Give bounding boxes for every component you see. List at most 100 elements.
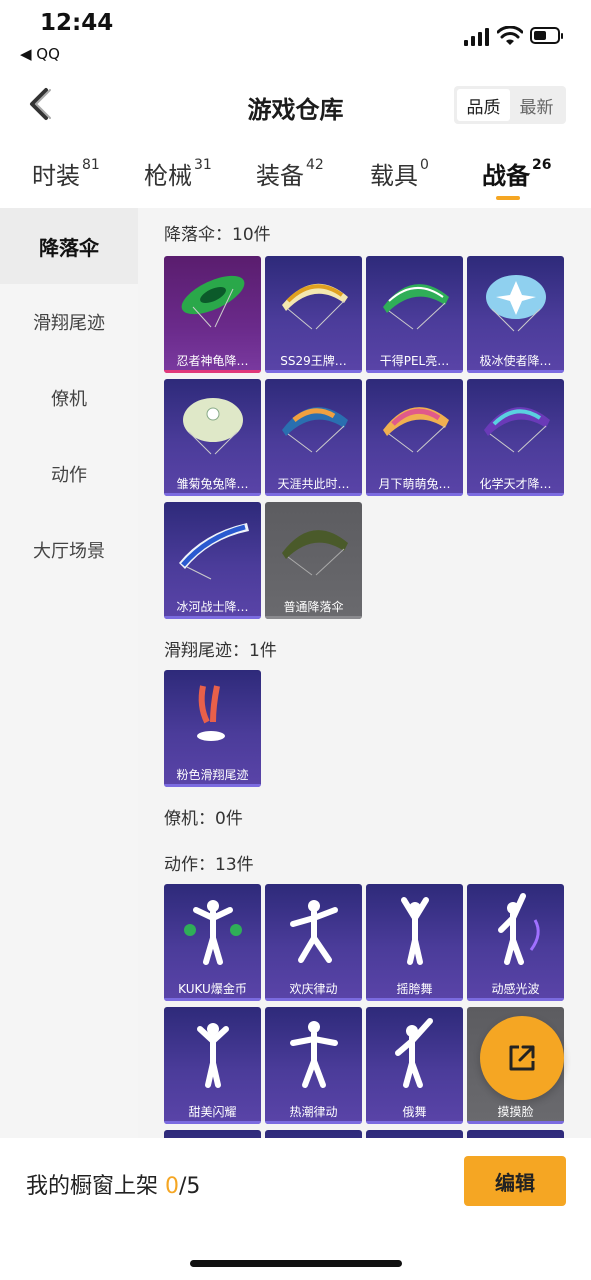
edit-button[interactable]: 编辑: [464, 1156, 566, 1206]
showcase-total: /5: [179, 1174, 201, 1199]
item-card[interactable]: [265, 1130, 362, 1138]
showcase-label: 我的橱窗上架 0/5: [26, 1168, 200, 1200]
rarity-bar: [164, 998, 261, 1001]
item-name: 极冰使者降…: [479, 354, 552, 368]
item-card[interactable]: 冰河战士降…: [164, 502, 261, 619]
sidebar-item-parachute[interactable]: 降落伞: [0, 208, 138, 284]
section-heading-parachute: 降落伞：10件: [164, 225, 271, 245]
item-card[interactable]: 天涯共此时…: [265, 379, 362, 496]
tab-count: 26: [532, 157, 552, 173]
tab-equipment[interactable]: 装备 42: [256, 156, 324, 191]
section-heading-trail: 滑翔尾迹：1件: [164, 641, 277, 661]
item-card[interactable]: 欢庆律动: [265, 884, 362, 1001]
parachute-art: [366, 256, 463, 348]
item-name: 摇胯舞: [396, 982, 433, 996]
item-card[interactable]: 普通降落伞: [265, 502, 362, 619]
parachute-art: [164, 379, 261, 471]
rarity-bar: [265, 370, 362, 373]
tab-label: 时装: [32, 162, 80, 190]
emote-art: [467, 884, 564, 976]
item-name: 普通降落伞: [283, 600, 344, 614]
parachute-art: [265, 256, 362, 348]
item-name: 雏菊兔兔降…: [176, 477, 249, 491]
item-name: 月下萌萌兔…: [378, 477, 451, 491]
showcase-count: 0: [165, 1174, 180, 1199]
item-card[interactable]: SS29王牌…: [265, 256, 362, 373]
emote-art: [366, 884, 463, 976]
battery-icon: [530, 27, 563, 44]
parachute-art: [366, 379, 463, 471]
share-button[interactable]: [480, 1016, 564, 1100]
item-card[interactable]: KUKU爆金币: [164, 884, 261, 1001]
tab-vehicles[interactable]: 载具 0: [370, 156, 429, 191]
rarity-bar: [164, 616, 261, 619]
item-card[interactable]: 俄舞: [366, 1007, 463, 1124]
active-tab-indicator: [496, 196, 520, 200]
item-card[interactable]: 动感光波: [467, 884, 564, 1001]
item-name: 粉色滑翔尾迹: [176, 768, 249, 782]
signal-icon: [464, 28, 490, 46]
item-name: 热潮律动: [289, 1105, 338, 1119]
emote-art: [265, 1007, 362, 1099]
item-card[interactable]: 摇胯舞: [366, 884, 463, 1001]
item-card[interactable]: 月下萌萌兔…: [366, 379, 463, 496]
rarity-bar: [265, 998, 362, 1001]
tab-label: 载具: [370, 162, 418, 190]
rarity-bar: [366, 493, 463, 496]
item-card[interactable]: 甜美闪耀: [164, 1007, 261, 1124]
item-name: 化学天才降…: [479, 477, 552, 491]
rarity-bar: [164, 370, 261, 373]
item-name: 冰河战士降…: [176, 600, 249, 614]
back-to-app-link[interactable]: ◀ QQ: [20, 45, 60, 63]
item-card[interactable]: [467, 1130, 564, 1138]
trail-art: [164, 670, 261, 762]
item-card[interactable]: 粉色滑翔尾迹: [164, 670, 261, 787]
item-card[interactable]: 干得PEL亮…: [366, 256, 463, 373]
item-name: 天涯共此时…: [277, 477, 350, 491]
rarity-bar: [164, 1121, 261, 1124]
tab-label: 装备: [256, 162, 304, 190]
tab-guns[interactable]: 枪械 31: [144, 156, 212, 191]
status-bar: 12:44 ◀ QQ: [0, 0, 591, 70]
item-card[interactable]: [366, 1130, 463, 1138]
item-card[interactable]: [164, 1130, 261, 1138]
sort-quality-button[interactable]: 品质: [457, 89, 510, 121]
sort-toggle: 品质 最新: [454, 86, 566, 124]
tab-label: 枪械: [144, 162, 192, 190]
home-indicator[interactable]: [190, 1260, 402, 1267]
rarity-bar: [467, 998, 564, 1001]
emote-art: [164, 884, 261, 976]
item-card[interactable]: 热潮律动: [265, 1007, 362, 1124]
sidebar-item-emote[interactable]: 动作: [0, 436, 138, 512]
emote-art: [366, 1007, 463, 1099]
rarity-bar: [467, 1121, 564, 1124]
emote-art: [265, 884, 362, 976]
emote-art: [164, 1007, 261, 1099]
item-card[interactable]: 雏菊兔兔降…: [164, 379, 261, 496]
item-grid-area: 降落伞：10件 忍者神龟降… SS29王牌… 干得PEL亮… 极冰使者降… 雏菊…: [138, 208, 591, 1138]
rarity-bar: [164, 493, 261, 496]
sidebar-item-wingman[interactable]: 僚机: [0, 360, 138, 436]
parachute-art: [467, 256, 564, 348]
section-heading-wingman: 僚机：0件: [164, 809, 243, 829]
sidebar-item-glide-trail[interactable]: 滑翔尾迹: [0, 284, 138, 360]
item-card[interactable]: 忍者神龟降…: [164, 256, 261, 373]
status-time: 12:44: [40, 10, 114, 36]
tab-fashion[interactable]: 时装 81: [32, 156, 100, 191]
sort-latest-button[interactable]: 最新: [510, 89, 563, 121]
item-name: 动感光波: [491, 982, 540, 996]
tab-count: 81: [82, 157, 100, 173]
rarity-bar: [366, 998, 463, 1001]
item-name: 甜美闪耀: [188, 1105, 237, 1119]
item-card[interactable]: 极冰使者降…: [467, 256, 564, 373]
item-name: SS29王牌…: [280, 354, 347, 368]
sidebar-item-lobby-scene[interactable]: 大厅场景: [0, 512, 138, 588]
item-card[interactable]: 化学天才降…: [467, 379, 564, 496]
tab-battle-gear[interactable]: 战备 26: [482, 156, 551, 191]
sidebar: 降落伞 滑翔尾迹 僚机 动作 大厅场景: [0, 208, 138, 1138]
rarity-bar: [164, 784, 261, 787]
category-tabs: 时装 81 枪械 31 装备 42 载具 0 战备 26: [0, 150, 591, 206]
item-name: KUKU爆金币: [178, 982, 247, 996]
section-heading-emote: 动作：13件: [164, 855, 254, 875]
showcase-bar: 我的橱窗上架 0/5 编辑: [0, 1138, 591, 1280]
